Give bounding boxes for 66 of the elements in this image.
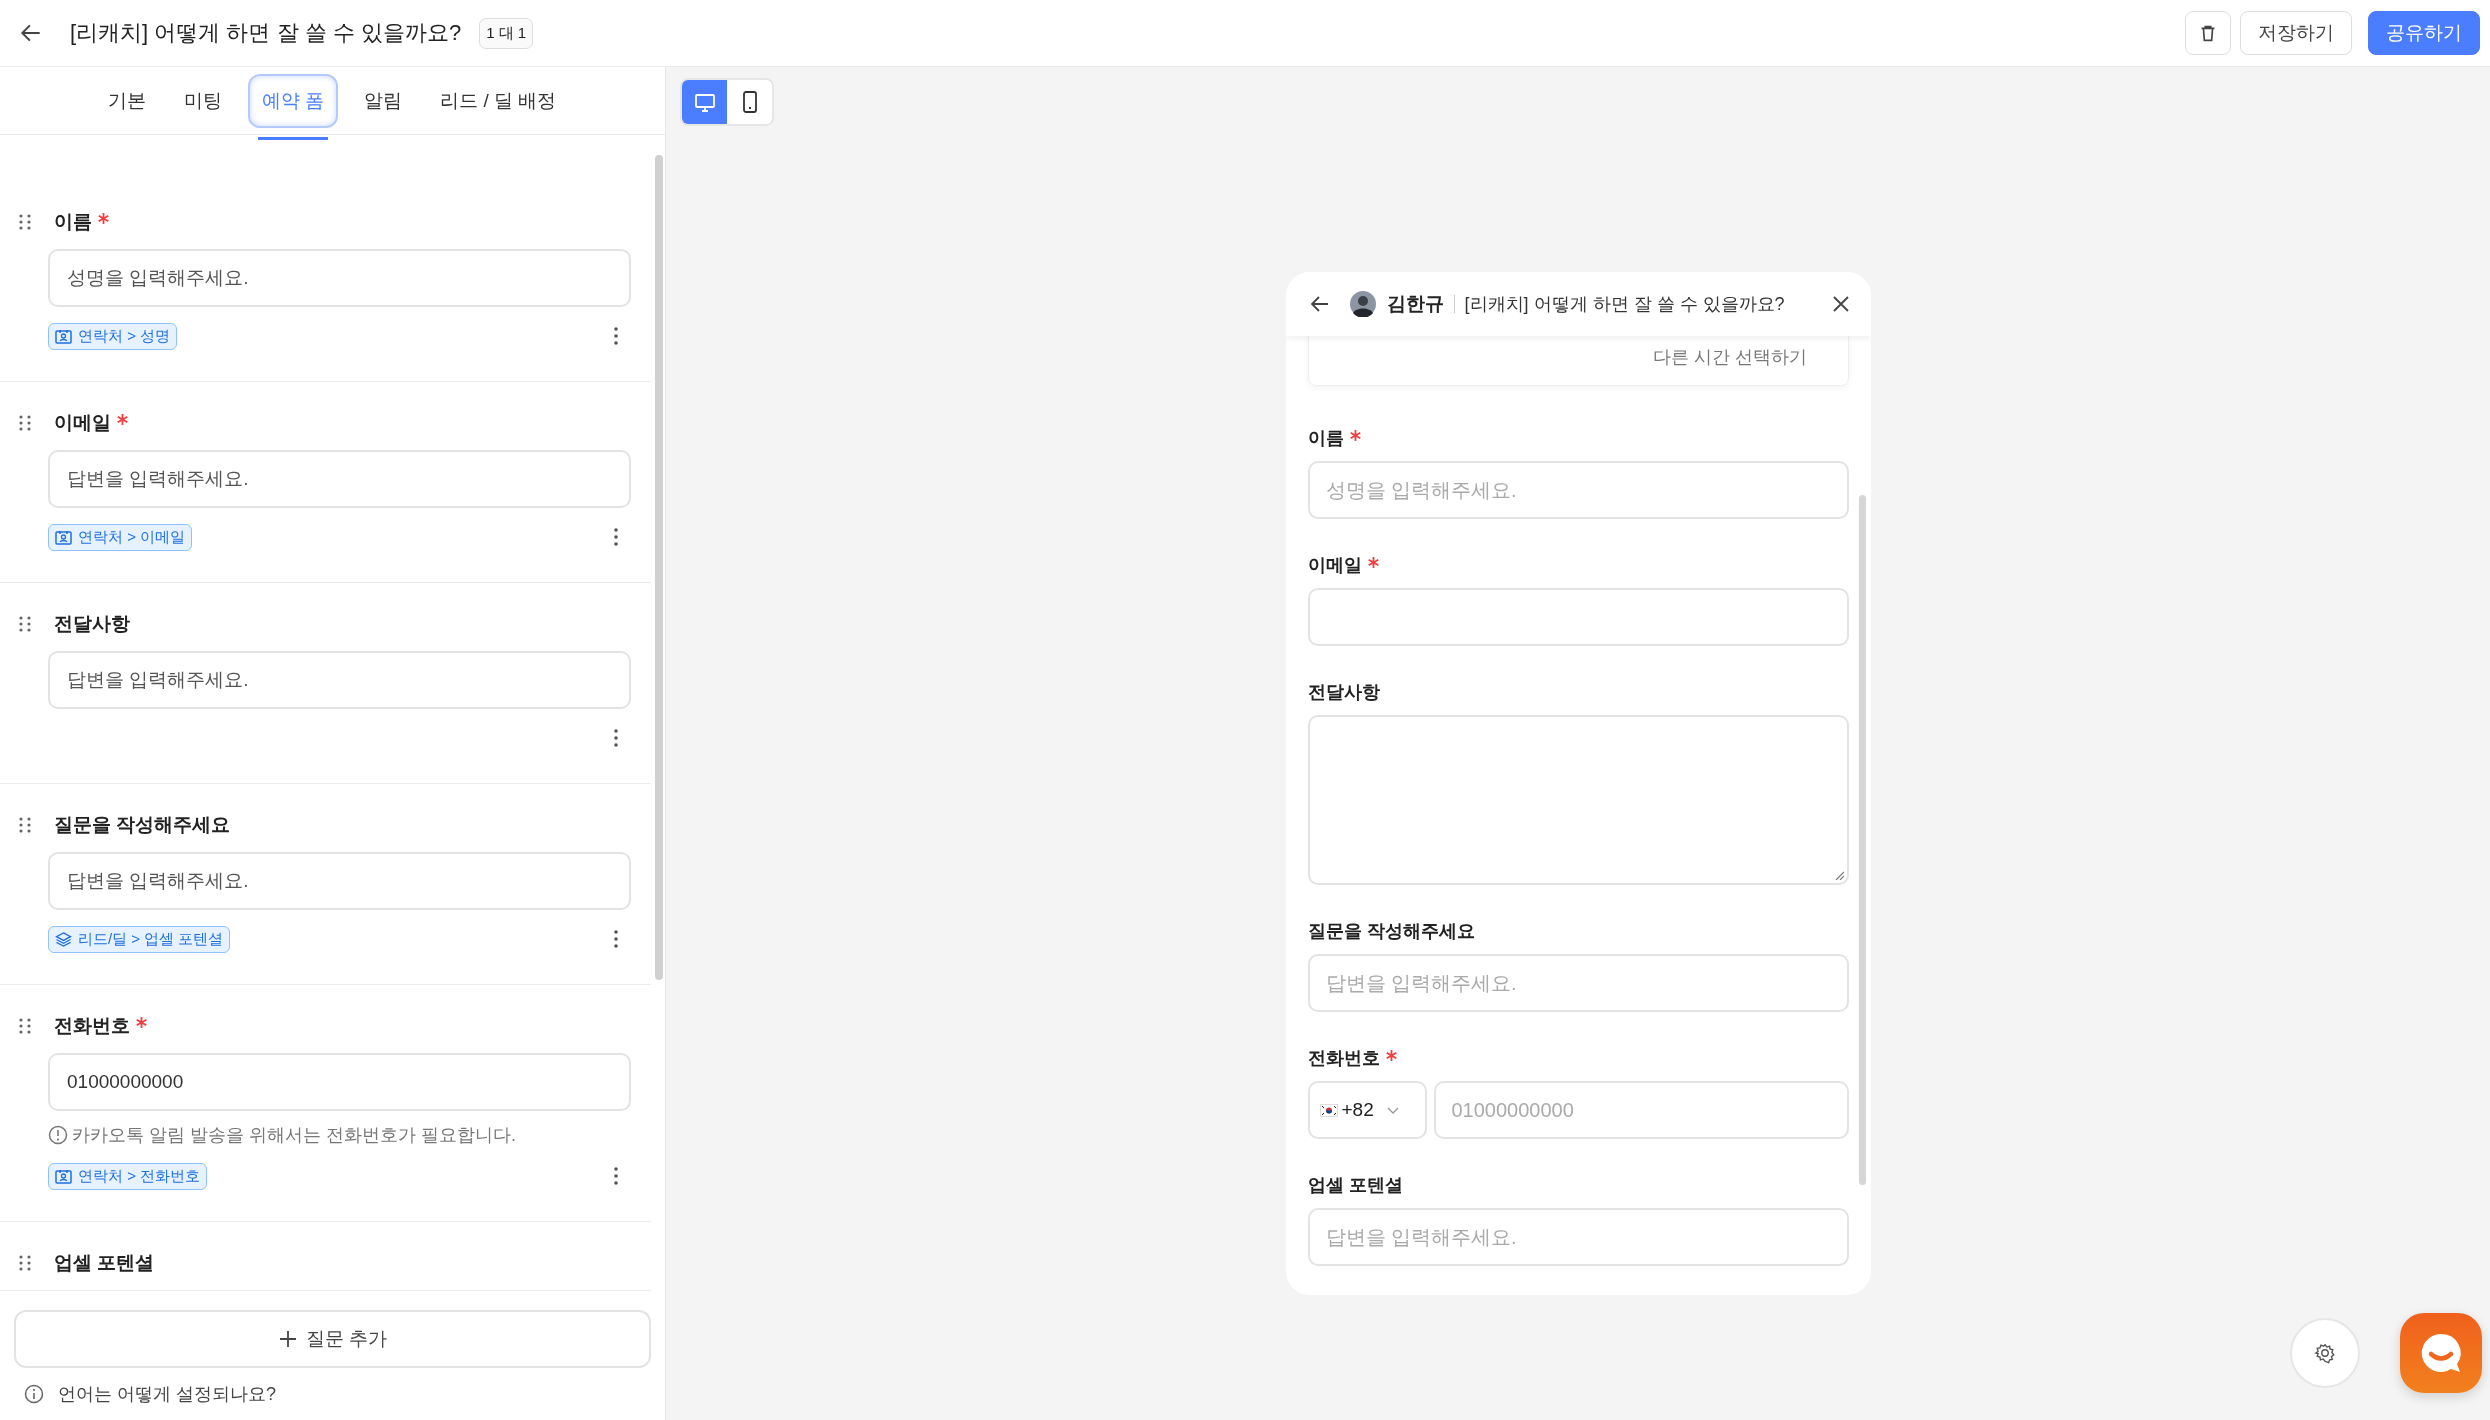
input-field[interactable]: [1307, 588, 1849, 646]
more-icon[interactable]: [613, 1166, 619, 1186]
drag-handle-icon[interactable]: [18, 615, 32, 633]
input-field[interactable]: 답변을 입력해주세요.: [48, 651, 631, 709]
chat-button[interactable]: [2400, 1313, 2482, 1393]
delete-button[interactable]: [2185, 11, 2231, 55]
field-mapping-tag[interactable]: 연락처 > 전화번호: [48, 1162, 208, 1190]
save-button[interactable]: 저장하기: [2240, 11, 2352, 55]
desktop-view-button[interactable]: [682, 80, 727, 124]
question-label: 전달사항: [54, 612, 130, 636]
tab[interactable]: 알림: [352, 75, 415, 126]
question-label: 질문을 작성해주세요: [54, 813, 231, 837]
tab[interactable]: 미팅: [172, 75, 234, 126]
input-field[interactable]: 01000000000: [48, 1053, 631, 1111]
field-label: 이메일: [1307, 554, 1362, 577]
more-icon[interactable]: [613, 929, 619, 949]
more-icon[interactable]: [613, 728, 619, 748]
share-button[interactable]: 공유하기: [2368, 11, 2480, 55]
meeting-type-badge: 1 대 1: [479, 17, 534, 49]
drag-handle-icon[interactable]: [18, 213, 32, 231]
meeting-title: [리캐치] 어떻게 하면 잘 쓸 수 있을까요?: [1464, 293, 1786, 316]
help-link[interactable]: 언어는 어떻게 설정되나요?: [58, 1382, 276, 1406]
contact-card-icon: [55, 529, 72, 545]
scroll-thumb[interactable]: [655, 155, 663, 980]
drag-handle-icon[interactable]: [18, 816, 32, 834]
warning-icon: [48, 1125, 68, 1145]
settings-icon: [2314, 1342, 2336, 1364]
scroll-thumb[interactable]: [1858, 495, 1866, 1185]
contact-card-icon: [55, 328, 72, 344]
flag-icon: [1319, 1103, 1338, 1117]
question-label: 업셀 포텐셜: [54, 1251, 155, 1275]
field-label: 이름: [1307, 427, 1344, 450]
field-mapping-tag[interactable]: 리드/딜 > 업셀 포텐셜: [48, 925, 231, 953]
resize-grip-icon: [1833, 870, 1844, 880]
hint-text: 카카오톡 알림 발송을 위해서는 전화번호가 필요합니다.: [72, 1124, 516, 1147]
drag-handle-icon[interactable]: [18, 414, 32, 432]
more-icon[interactable]: [613, 326, 619, 346]
question-label: 전화번호: [54, 1014, 130, 1038]
field-label: 전달사항: [1307, 681, 1380, 704]
input-field[interactable]: 성명을 입력해주세요.: [48, 249, 631, 307]
layers-icon: [55, 931, 72, 947]
tab[interactable]: 기본: [96, 75, 158, 126]
add-question-button[interactable]: 질문 추가: [14, 1310, 651, 1368]
field-label: 전화번호: [1307, 1047, 1380, 1070]
drag-handle-icon[interactable]: [18, 1254, 32, 1272]
question-label: 이메일: [54, 411, 111, 435]
field-label: 업셀 포텐셜: [1307, 1174, 1403, 1197]
tab[interactable]: 예약 폼: [248, 73, 339, 128]
host-name: 김한규: [1386, 292, 1444, 316]
other-time-link[interactable]: 다른 시간 선택하기: [1653, 345, 1808, 369]
input-field[interactable]: 답변을 입력해주세요.: [48, 852, 631, 910]
page-title: [리캐치] 어떻게 하면 잘 쓸 수 있을까요?: [70, 19, 462, 47]
drag-handle-icon[interactable]: [18, 1017, 32, 1035]
plus-icon: [277, 1329, 298, 1349]
active-tab-indicator: [258, 136, 329, 140]
country-code-select[interactable]: +82: [1307, 1081, 1427, 1139]
info-icon: [24, 1384, 44, 1404]
field-mapping-tag[interactable]: 연락처 > 이메일: [48, 523, 193, 551]
more-icon[interactable]: [613, 527, 619, 547]
contact-card-icon: [55, 1168, 72, 1184]
avatar-icon: [1349, 291, 1376, 317]
tab[interactable]: 리드 / 딜 배정: [428, 75, 569, 126]
field-mapping-tag[interactable]: 연락처 > 성명: [48, 322, 178, 350]
question-label: 이름: [54, 210, 92, 234]
field-label: 질문을 작성해주세요: [1307, 920, 1475, 943]
input-field[interactable]: 답변을 입력해주세요.: [48, 450, 631, 508]
